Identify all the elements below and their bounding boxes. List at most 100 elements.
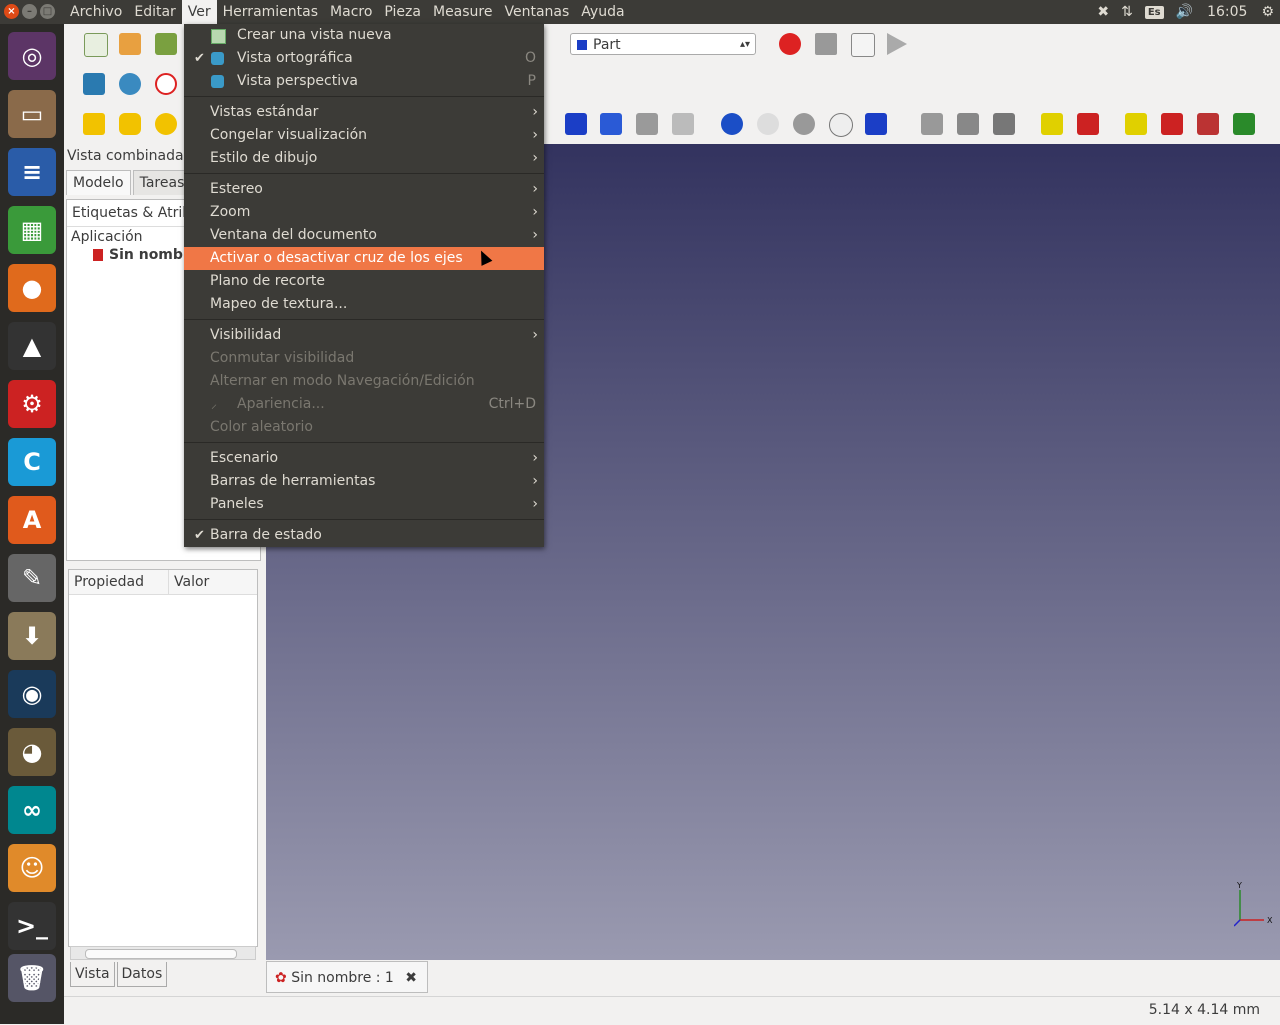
menu-item-label: Congelar visualización: [210, 127, 368, 143]
draw-style-icon[interactable]: [155, 73, 177, 95]
menu-item-workbench[interactable]: Escenario ›: [184, 447, 544, 470]
menu-item-document-window[interactable]: Ventana del documento ›: [184, 224, 544, 247]
part-fillet-icon[interactable]: [672, 113, 694, 135]
submenu-arrow-icon: ›: [532, 150, 538, 166]
menu-measure[interactable]: Measure: [427, 0, 499, 24]
menu-item-zoom[interactable]: Zoom ›: [184, 201, 544, 224]
boolean-icon[interactable]: [721, 113, 743, 135]
join-icon[interactable]: [865, 113, 887, 135]
cura-icon[interactable]: C: [8, 438, 56, 486]
menu-item-texture-mapping[interactable]: Mapeo de textura...: [184, 293, 544, 316]
stop-macro-icon[interactable]: [815, 33, 837, 55]
workbench-selector[interactable]: Part ▴▾: [570, 33, 756, 55]
arduino-icon[interactable]: ∞: [8, 786, 56, 834]
measure-clear-icon[interactable]: [1161, 113, 1183, 135]
menu-item-draw-style[interactable]: Estilo de dibujo ›: [184, 147, 544, 170]
run-macro-icon[interactable]: [887, 33, 907, 55]
part-sphere-icon[interactable]: [155, 113, 177, 135]
menu-item-clipping-plane[interactable]: Plano de recorte: [184, 270, 544, 293]
fit-all-icon[interactable]: [83, 73, 105, 95]
menu-item-stereo[interactable]: Estereo ›: [184, 178, 544, 201]
menu-item-visibility[interactable]: Visibilidad ›: [184, 324, 544, 347]
close-window-button[interactable]: ×: [4, 4, 19, 19]
tab-tareas[interactable]: Tareas: [132, 170, 192, 195]
thickness-icon[interactable]: [993, 113, 1015, 135]
measure-linear-icon[interactable]: [1041, 113, 1063, 135]
menu-item-freeze-display[interactable]: Congelar visualización ›: [184, 124, 544, 147]
combo-view-title: Vista combinada: [67, 148, 184, 164]
menu-item-label: Paneles: [210, 496, 264, 512]
tab-vista[interactable]: Vista: [70, 962, 115, 987]
part-box-icon[interactable]: [83, 113, 105, 135]
measure-refresh-icon[interactable]: [1125, 113, 1147, 135]
menu-pieza[interactable]: Pieza: [378, 0, 427, 24]
offset-icon[interactable]: [957, 113, 979, 135]
open-folder-icon[interactable]: [119, 33, 141, 55]
fuse-icon[interactable]: [793, 113, 815, 135]
inkscape-icon[interactable]: ▲: [8, 322, 56, 370]
files-icon[interactable]: ▭: [8, 90, 56, 138]
measure-toggle-3d-icon[interactable]: [1197, 113, 1219, 135]
menu-ayuda[interactable]: Ayuda: [575, 0, 630, 24]
menu-ver[interactable]: Ver: [181, 0, 217, 24]
menu-item-orthographic[interactable]: ✔ Vista ortográfica O: [184, 47, 544, 70]
fit-selection-icon[interactable]: [119, 73, 141, 95]
edit-macro-icon[interactable]: [851, 33, 875, 57]
menu-item-toolbars[interactable]: Barras de herramientas ›: [184, 470, 544, 493]
volume-icon[interactable]: 🔊: [1176, 4, 1193, 20]
firefox-icon[interactable]: ●: [8, 264, 56, 312]
maximize-window-button[interactable]: □: [40, 4, 55, 19]
chamfer-icon[interactable]: [921, 113, 943, 135]
part-revolve-icon[interactable]: [600, 113, 622, 135]
record-macro-icon[interactable]: [779, 33, 801, 55]
trash-icon[interactable]: 🗑: [8, 954, 56, 1002]
blender-icon[interactable]: ◉: [8, 670, 56, 718]
terminal-icon[interactable]: >_: [8, 902, 56, 950]
menu-item-label: Activar o desactivar cruz de los ejes: [210, 250, 463, 266]
software-center-icon[interactable]: A: [8, 496, 56, 544]
clock[interactable]: 16:05: [1207, 4, 1247, 20]
menu-archivo[interactable]: Archivo: [64, 0, 128, 24]
menu-herramientas[interactable]: Herramientas: [217, 0, 324, 24]
archive-manager-icon[interactable]: ⬇: [8, 612, 56, 660]
save-icon[interactable]: [155, 33, 177, 55]
measure-angular-icon[interactable]: [1077, 113, 1099, 135]
tab-modelo[interactable]: Modelo: [66, 170, 131, 195]
menu-ventanas[interactable]: Ventanas: [498, 0, 575, 24]
gimp-icon[interactable]: ◕: [8, 728, 56, 776]
property-column-header[interactable]: Propiedad: [69, 570, 169, 594]
menu-item-perspective[interactable]: Vista perspectiva P: [184, 70, 544, 93]
menu-item-new-view[interactable]: Crear una vista nueva: [184, 24, 544, 47]
menu-item-status-bar[interactable]: ✔ Barra de estado: [184, 524, 544, 547]
close-tab-icon[interactable]: ✖: [405, 962, 417, 994]
freecad-icon[interactable]: ⚙: [8, 380, 56, 428]
menu-macro[interactable]: Macro: [324, 0, 378, 24]
document-tab[interactable]: ✿ Sin nombre : 1 ✖: [266, 961, 428, 993]
part-extrude-icon[interactable]: [565, 113, 587, 135]
new-document-icon[interactable]: [84, 33, 108, 57]
calc-icon[interactable]: ▦: [8, 206, 56, 254]
system-settings-icon[interactable]: ✎: [8, 554, 56, 602]
ubuntu-dash-icon[interactable]: ◎: [8, 32, 56, 80]
document-tab-label: Sin nombre : 1: [291, 970, 394, 986]
minimize-window-button[interactable]: –: [22, 4, 37, 19]
cut-icon[interactable]: [757, 113, 779, 135]
keyboard-layout-indicator[interactable]: Es: [1144, 5, 1164, 19]
scratch-icon[interactable]: ☺: [8, 844, 56, 892]
top-menu-bar: × – □ Archivo Editar Ver Herramientas Ma…: [0, 0, 1280, 24]
horizontal-scrollbar[interactable]: [70, 946, 256, 960]
part-mirror-icon[interactable]: [636, 113, 658, 135]
dropbox-icon[interactable]: ✖: [1097, 4, 1109, 20]
writer-icon[interactable]: ≡: [8, 148, 56, 196]
value-column-header[interactable]: Valor: [169, 570, 209, 594]
part-cylinder-icon[interactable]: [119, 113, 141, 135]
menu-item-standard-views[interactable]: Vistas estándar ›: [184, 101, 544, 124]
menu-item-panels[interactable]: Paneles ›: [184, 493, 544, 516]
scrollbar-thumb[interactable]: [85, 949, 237, 959]
menu-editar[interactable]: Editar: [128, 0, 181, 24]
tab-datos[interactable]: Datos: [116, 962, 168, 987]
settings-gear-icon[interactable]: ⚙: [1261, 4, 1274, 20]
common-icon[interactable]: [829, 113, 853, 137]
network-icon[interactable]: ⇅: [1121, 4, 1133, 20]
measure-toggle-delta-icon[interactable]: [1233, 113, 1255, 135]
